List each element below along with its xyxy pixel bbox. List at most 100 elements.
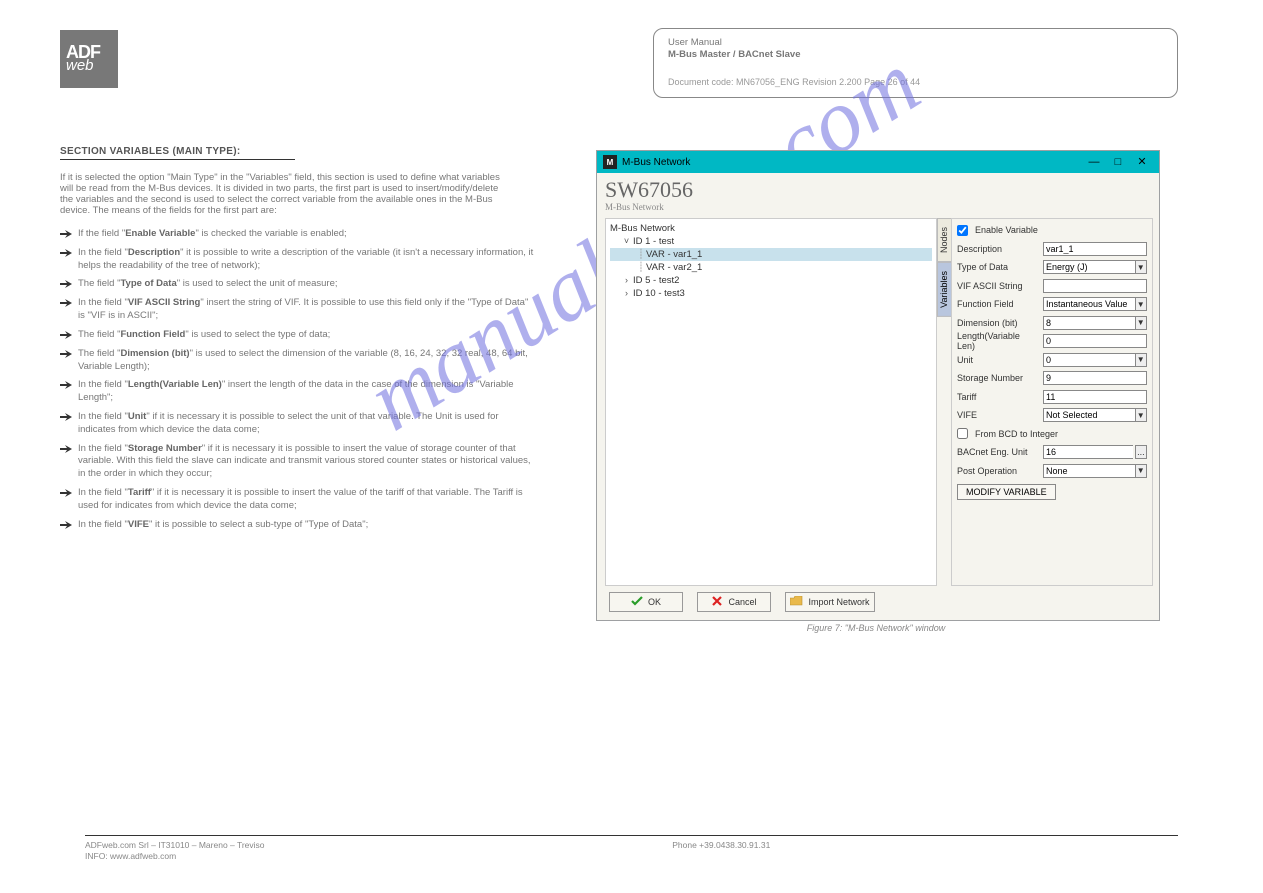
dropdown-icon[interactable]: ▼ [1135,353,1147,367]
pixel-bullet-icon [60,488,72,498]
tab-nodes[interactable]: Nodes [937,218,951,262]
import-network-button[interactable]: Import Network [785,592,875,612]
browse-button[interactable]: ... [1135,445,1147,459]
bullet-text: In the field "Length(Variable Len)" inse… [78,379,535,405]
vife-label: VIFE [957,410,1039,420]
dimension-select[interactable] [1043,316,1135,330]
vif-ascii-input[interactable] [1043,279,1147,293]
hdr-line2: M-Bus Master / BACnet Slave [668,49,1163,61]
page-footer: ADFweb.com Srl – IT31010 – Mareno – Trev… [85,840,1178,861]
modify-variable-button[interactable]: MODIFY VARIABLE [957,484,1056,500]
app-icon: M [603,155,617,169]
pixel-bullet-icon [60,412,72,422]
description-label: Description [957,244,1039,254]
footer-left-1: ADFweb.com Srl – IT31010 – Mareno – Trev… [85,840,265,851]
bcd-to-integer-label: From BCD to Integer [975,429,1058,439]
dimension-label: Dimension (bit) [957,318,1039,328]
close-button[interactable]: ✕ [1131,154,1153,170]
bullet-text: In the field "Tariff" if it is necessary… [78,487,535,513]
folder-icon [790,596,803,609]
ok-button[interactable]: OK [609,592,683,612]
storage-number-input[interactable] [1043,371,1147,385]
hdr-line1: User Manual [668,37,1163,49]
bullet-list: If the field "Enable Variable" is checke… [60,228,535,531]
variables-panel: Enable Variable Description Type of Data… [951,218,1153,586]
footer-rule [85,835,1178,836]
bcd-to-integer-checkbox[interactable] [957,428,968,439]
app-window: M M-Bus Network — □ ✕ SW67056 M-Bus Netw… [596,150,1160,621]
dropdown-icon[interactable]: ▼ [1135,316,1147,330]
post-operation-label: Post Operation [957,466,1039,476]
tree-node[interactable]: ›ID 10 - test3 [610,287,932,300]
footer-left-2: INFO: www.adfweb.com [85,851,265,862]
footer-mid: Phone +39.0438.30.91.31 [672,840,770,861]
tree-node[interactable]: ›ID 5 - test2 [610,274,932,287]
maximize-button[interactable]: □ [1107,154,1129,170]
titlebar[interactable]: M M-Bus Network — □ ✕ [597,151,1159,173]
bacnet-eng-unit-label: BACnet Eng. Unit [957,447,1039,457]
cancel-label: Cancel [728,597,756,607]
window-title: M-Bus Network [622,157,690,168]
type-of-data-label: Type of Data [957,262,1039,272]
app-title-sub: M-Bus Network [605,202,1153,212]
dropdown-icon[interactable]: ▼ [1135,260,1147,274]
import-label: Import Network [808,597,869,607]
tree-var[interactable]: ┊VAR - var2_1 [610,261,932,274]
check-icon [631,595,643,609]
network-tree[interactable]: M-Bus Network ˅ID 1 - test ┊VAR - var1_1… [605,218,937,586]
ok-label: OK [648,597,661,607]
pixel-bullet-icon [60,520,72,530]
pixel-bullet-icon [60,380,72,390]
vife-select[interactable] [1043,408,1135,422]
section-title: SECTION VARIABLES (MAIN TYPE): [60,146,295,160]
unit-label: Unit [957,355,1039,365]
post-operation-select[interactable] [1043,464,1135,478]
bullet-text: In the field "VIFE" it is possible to se… [78,519,535,532]
header-box: User Manual M-Bus Master / BACnet Slave … [653,28,1178,98]
dropdown-icon[interactable]: ▼ [1135,297,1147,311]
tree-var-selected[interactable]: ┊VAR - var1_1 [610,248,932,261]
tree-root[interactable]: M-Bus Network [610,222,932,235]
bullet-text: In the field "Description" it is possibl… [78,247,535,273]
pixel-bullet-icon [60,330,72,340]
tariff-input[interactable] [1043,390,1147,404]
tree-node[interactable]: ˅ID 1 - test [610,235,932,248]
bullet-text: In the field "VIF ASCII String" insert t… [78,297,535,323]
minimize-button[interactable]: — [1083,154,1105,170]
unit-select[interactable] [1043,353,1135,367]
function-field-label: Function Field [957,299,1039,309]
vif-ascii-label: VIF ASCII String [957,281,1039,291]
type-of-data-select[interactable] [1043,260,1135,274]
hdr-doc: Document code: MN67056_ENG Revision 2.20… [668,77,1163,88]
function-field-select[interactable] [1043,297,1135,311]
dropdown-icon[interactable]: ▼ [1135,408,1147,422]
pixel-bullet-icon [60,248,72,258]
dropdown-icon[interactable]: ▼ [1135,464,1147,478]
bullet-text: The field "Dimension (bit)" is used to s… [78,348,535,374]
length-input[interactable] [1043,334,1147,348]
pixel-bullet-icon [60,229,72,239]
bacnet-eng-unit-input[interactable] [1043,445,1133,459]
description-input[interactable] [1043,242,1147,256]
x-icon [711,595,723,609]
bullet-text: The field "Type of Data" is used to sele… [78,278,535,291]
pixel-bullet-icon [60,298,72,308]
enable-variable-checkbox[interactable] [957,225,968,236]
storage-number-label: Storage Number [957,373,1039,383]
bullet-text: The field "Function Field" is used to se… [78,329,535,342]
tab-variables[interactable]: Variables [937,262,951,317]
pixel-bullet-icon [60,349,72,359]
intro-text: If it is selected the option "Main Type"… [60,172,510,216]
enable-variable-label: Enable Variable [975,225,1038,235]
figure-caption: Figure 7: "M-Bus Network" window [596,623,1156,633]
pixel-bullet-icon [60,279,72,289]
app-title-code: SW67056 [605,177,693,202]
bullet-text: If the field "Enable Variable" is checke… [78,228,535,241]
logo: ADFweb [60,30,118,88]
cancel-button[interactable]: Cancel [697,592,771,612]
app-title: SW67056 M-Bus Network [605,177,1153,212]
pixel-bullet-icon [60,444,72,454]
bullet-text: In the field "Unit" if it is necessary i… [78,411,535,437]
bullet-text: In the field "Storage Number" if it is n… [78,443,535,481]
length-label: Length(Variable Len) [957,331,1039,351]
